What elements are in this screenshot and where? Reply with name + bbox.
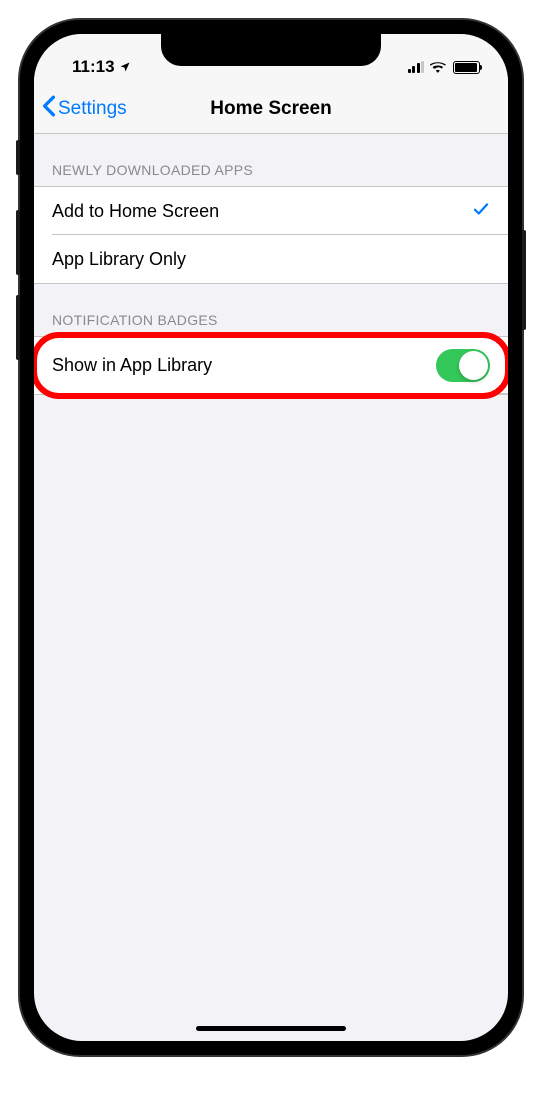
notification-badges-group: Show in App Library — [34, 336, 508, 395]
newly-downloaded-group: Add to Home Screen App Library Only — [34, 186, 508, 284]
option-label: Add to Home Screen — [52, 201, 219, 222]
content-area: NEWLY DOWNLOADED APPS Add to Home Screen… — [34, 134, 508, 395]
battery-icon — [453, 61, 480, 74]
volume-up-button — [16, 210, 20, 275]
toggle-show-in-app-library[interactable]: Show in App Library — [34, 337, 508, 394]
page-title: Home Screen — [210, 98, 331, 120]
status-time: 11:13 — [72, 57, 131, 77]
back-label: Settings — [58, 98, 127, 120]
home-indicator[interactable] — [196, 1026, 346, 1031]
power-button — [522, 230, 526, 330]
toggle-switch[interactable] — [436, 349, 490, 382]
phone-frame: 11:13 — [20, 20, 522, 1055]
silent-switch — [16, 140, 20, 175]
screen: 11:13 — [34, 34, 508, 1041]
back-button[interactable]: Settings — [42, 93, 127, 124]
wifi-icon — [430, 61, 447, 74]
toggle-knob — [459, 351, 488, 380]
section-header-notification-badges: NOTIFICATION BADGES — [34, 284, 508, 336]
volume-down-button — [16, 295, 20, 360]
checkmark-icon — [472, 200, 490, 223]
cellular-signal-icon — [408, 61, 425, 73]
time-label: 11:13 — [72, 57, 115, 77]
toggle-label: Show in App Library — [52, 355, 212, 376]
navigation-bar: Settings Home Screen — [34, 84, 508, 134]
status-icons — [408, 61, 481, 74]
chevron-left-icon — [42, 93, 56, 124]
location-services-icon — [119, 61, 131, 73]
option-app-library-only[interactable]: App Library Only — [34, 235, 508, 283]
section-header-newly-downloaded: NEWLY DOWNLOADED APPS — [34, 134, 508, 186]
option-label: App Library Only — [52, 249, 186, 270]
notch — [161, 34, 381, 66]
option-add-to-home-screen[interactable]: Add to Home Screen — [34, 187, 508, 235]
